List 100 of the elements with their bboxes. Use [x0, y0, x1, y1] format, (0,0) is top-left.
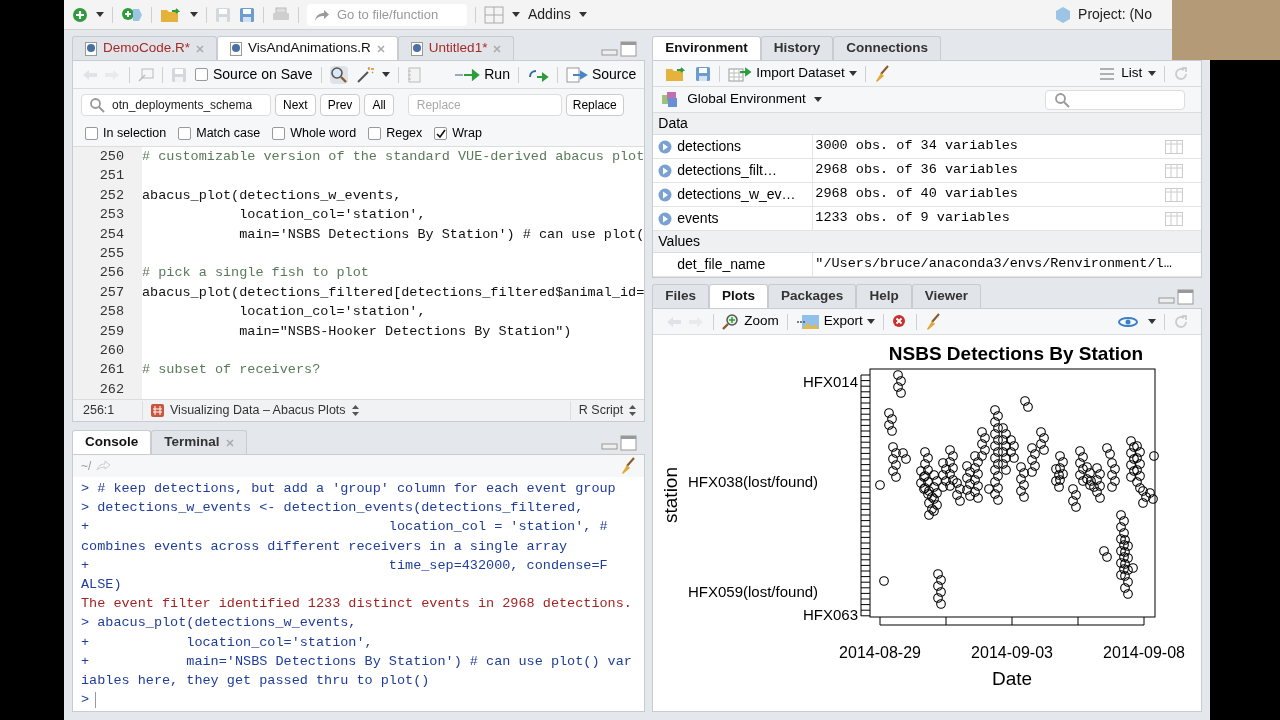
rerun-icon[interactable] — [526, 67, 549, 82]
export-menu[interactable]: Export — [795, 311, 875, 332]
cursor-position: 256:1 — [82, 402, 116, 420]
search-field[interactable] — [1045, 89, 1186, 110]
checkbox[interactable] — [434, 127, 448, 140]
notebook-icon[interactable] — [406, 66, 421, 83]
clear-console-icon[interactable] — [620, 457, 637, 475]
save-icon[interactable] — [695, 65, 712, 82]
close-icon[interactable] — [493, 44, 502, 53]
pane-tab[interactable]: Connections — [833, 36, 942, 60]
save-all-icon[interactable] — [239, 6, 255, 23]
minimize-maximize-icon[interactable] — [1158, 289, 1195, 305]
remove-plot-icon[interactable] — [891, 313, 908, 330]
code-line: location_col='station', — [238, 303, 426, 322]
find-button[interactable]: All — [364, 94, 394, 116]
pane-tab[interactable]: VisAndAnimations.R — [217, 36, 398, 60]
checkbox[interactable] — [178, 127, 192, 140]
pane-tab[interactable]: DemoCode.R* — [72, 36, 218, 60]
view-table-icon[interactable] — [1165, 163, 1184, 178]
expand-icon[interactable] — [658, 139, 673, 154]
expand-icon[interactable] — [658, 211, 673, 226]
dropdown-caret-icon[interactable] — [96, 12, 104, 17]
import-dataset-button[interactable]: Import Dataset — [728, 63, 857, 84]
find-button[interactable]: Next — [275, 94, 316, 116]
pane-tab[interactable]: Environment — [652, 36, 761, 60]
pane-tab[interactable]: Packages — [768, 284, 857, 308]
broom-icon[interactable] — [873, 64, 890, 83]
checkbox[interactable] — [272, 127, 286, 140]
save-icon[interactable] — [171, 66, 187, 83]
checkbox-label[interactable]: In selection — [103, 124, 167, 143]
go-to-directory-icon[interactable] — [95, 460, 112, 472]
caret-icon[interactable] — [866, 319, 875, 324]
checkbox-label[interactable]: Whole word — [290, 124, 357, 143]
project-menu[interactable]: Project: (No — [1056, 4, 1152, 25]
checkbox[interactable] — [368, 127, 382, 140]
replace-button[interactable]: Replace — [565, 94, 624, 116]
checkbox-label[interactable]: Regex — [386, 124, 423, 143]
pane-tab[interactable]: Plots — [709, 284, 769, 308]
console-line: + time_sep=432000, condense=F — [81, 556, 608, 575]
magic-wand-icon[interactable] — [355, 65, 374, 84]
clear-plots-icon[interactable] — [924, 312, 941, 331]
checkbox[interactable] — [195, 68, 208, 81]
checkbox-label[interactable]: Wrap — [452, 124, 482, 143]
close-icon[interactable] — [376, 44, 385, 53]
pane-tab[interactable]: Files — [652, 284, 710, 308]
go-to-file-field[interactable]: Go to file/function — [307, 3, 467, 26]
console-line: combines events across different receivers in a single array — [81, 537, 568, 556]
view-table-icon[interactable] — [1165, 139, 1184, 154]
print-icon[interactable] — [272, 6, 290, 23]
view-table-icon[interactable] — [1165, 187, 1184, 202]
caret-icon[interactable] — [578, 12, 587, 17]
pane-tab[interactable]: Help — [856, 284, 912, 308]
refresh-icon[interactable] — [1173, 313, 1190, 330]
caret-icon[interactable] — [381, 72, 390, 77]
find-button[interactable]: Prev — [319, 94, 361, 116]
open-folder-icon[interactable] — [665, 65, 688, 82]
search-icon[interactable] — [329, 65, 348, 84]
run-arrow-icon — [454, 68, 481, 81]
caret-icon[interactable] — [1148, 71, 1157, 76]
line-number: 251 — [99, 168, 124, 184]
caret-icon[interactable] — [813, 97, 822, 102]
view-table-icon[interactable] — [1165, 211, 1184, 226]
view-mode-menu[interactable]: List — [1099, 63, 1157, 84]
dropdown-caret-icon[interactable] — [190, 12, 198, 17]
open-folder-icon[interactable] — [160, 6, 182, 23]
run-button[interactable]: Run — [454, 64, 510, 85]
pane-tab[interactable]: Viewer — [911, 284, 981, 308]
checkbox-label[interactable]: Source on Save — [213, 64, 313, 85]
up-down-caret-icon[interactable] — [629, 405, 637, 416]
r-file-icon — [230, 41, 243, 56]
caret-icon[interactable] — [1148, 319, 1157, 324]
pane-tab[interactable]: Terminal — [151, 430, 247, 454]
refresh-icon[interactable] — [1173, 65, 1190, 82]
dropdown-caret-icon[interactable] — [512, 12, 520, 17]
save-icon[interactable] — [215, 6, 231, 23]
checkbox[interactable] — [85, 127, 98, 140]
close-icon[interactable] — [196, 44, 205, 53]
new-file-icon[interactable] — [72, 6, 88, 23]
plot-title: NSBS Detections By Station — [889, 343, 1144, 364]
pane-tab[interactable]: Console — [72, 430, 152, 454]
pane-tab[interactable]: History — [760, 36, 834, 60]
show-in-window-icon[interactable] — [138, 67, 154, 82]
section-menu[interactable]: Visualizing Data – Abacus Plots — [142, 401, 367, 420]
checkbox-label[interactable]: Match case — [196, 124, 261, 143]
pane-tab[interactable]: Untitled1* — [397, 36, 515, 60]
file-type-menu[interactable]: R Script — [569, 401, 645, 420]
expand-icon[interactable] — [658, 163, 673, 178]
zoom-button[interactable]: Zoom — [722, 311, 779, 332]
pane-layout-icon[interactable] — [484, 5, 504, 24]
find-field[interactable]: otn_deployments_schema — [81, 94, 271, 116]
up-down-caret-icon[interactable] — [351, 405, 359, 416]
source-button[interactable]: Source — [565, 64, 637, 85]
expand-icon[interactable] — [658, 187, 673, 202]
minimize-maximize-icon[interactable] — [601, 435, 638, 451]
caret-icon[interactable] — [848, 71, 857, 76]
environment-icon — [661, 90, 680, 109]
minimize-maximize-icon[interactable] — [601, 41, 638, 57]
replace-field[interactable]: Replace — [407, 94, 562, 116]
addins-menu[interactable]: Addins — [528, 4, 587, 25]
close-icon[interactable] — [225, 438, 234, 447]
